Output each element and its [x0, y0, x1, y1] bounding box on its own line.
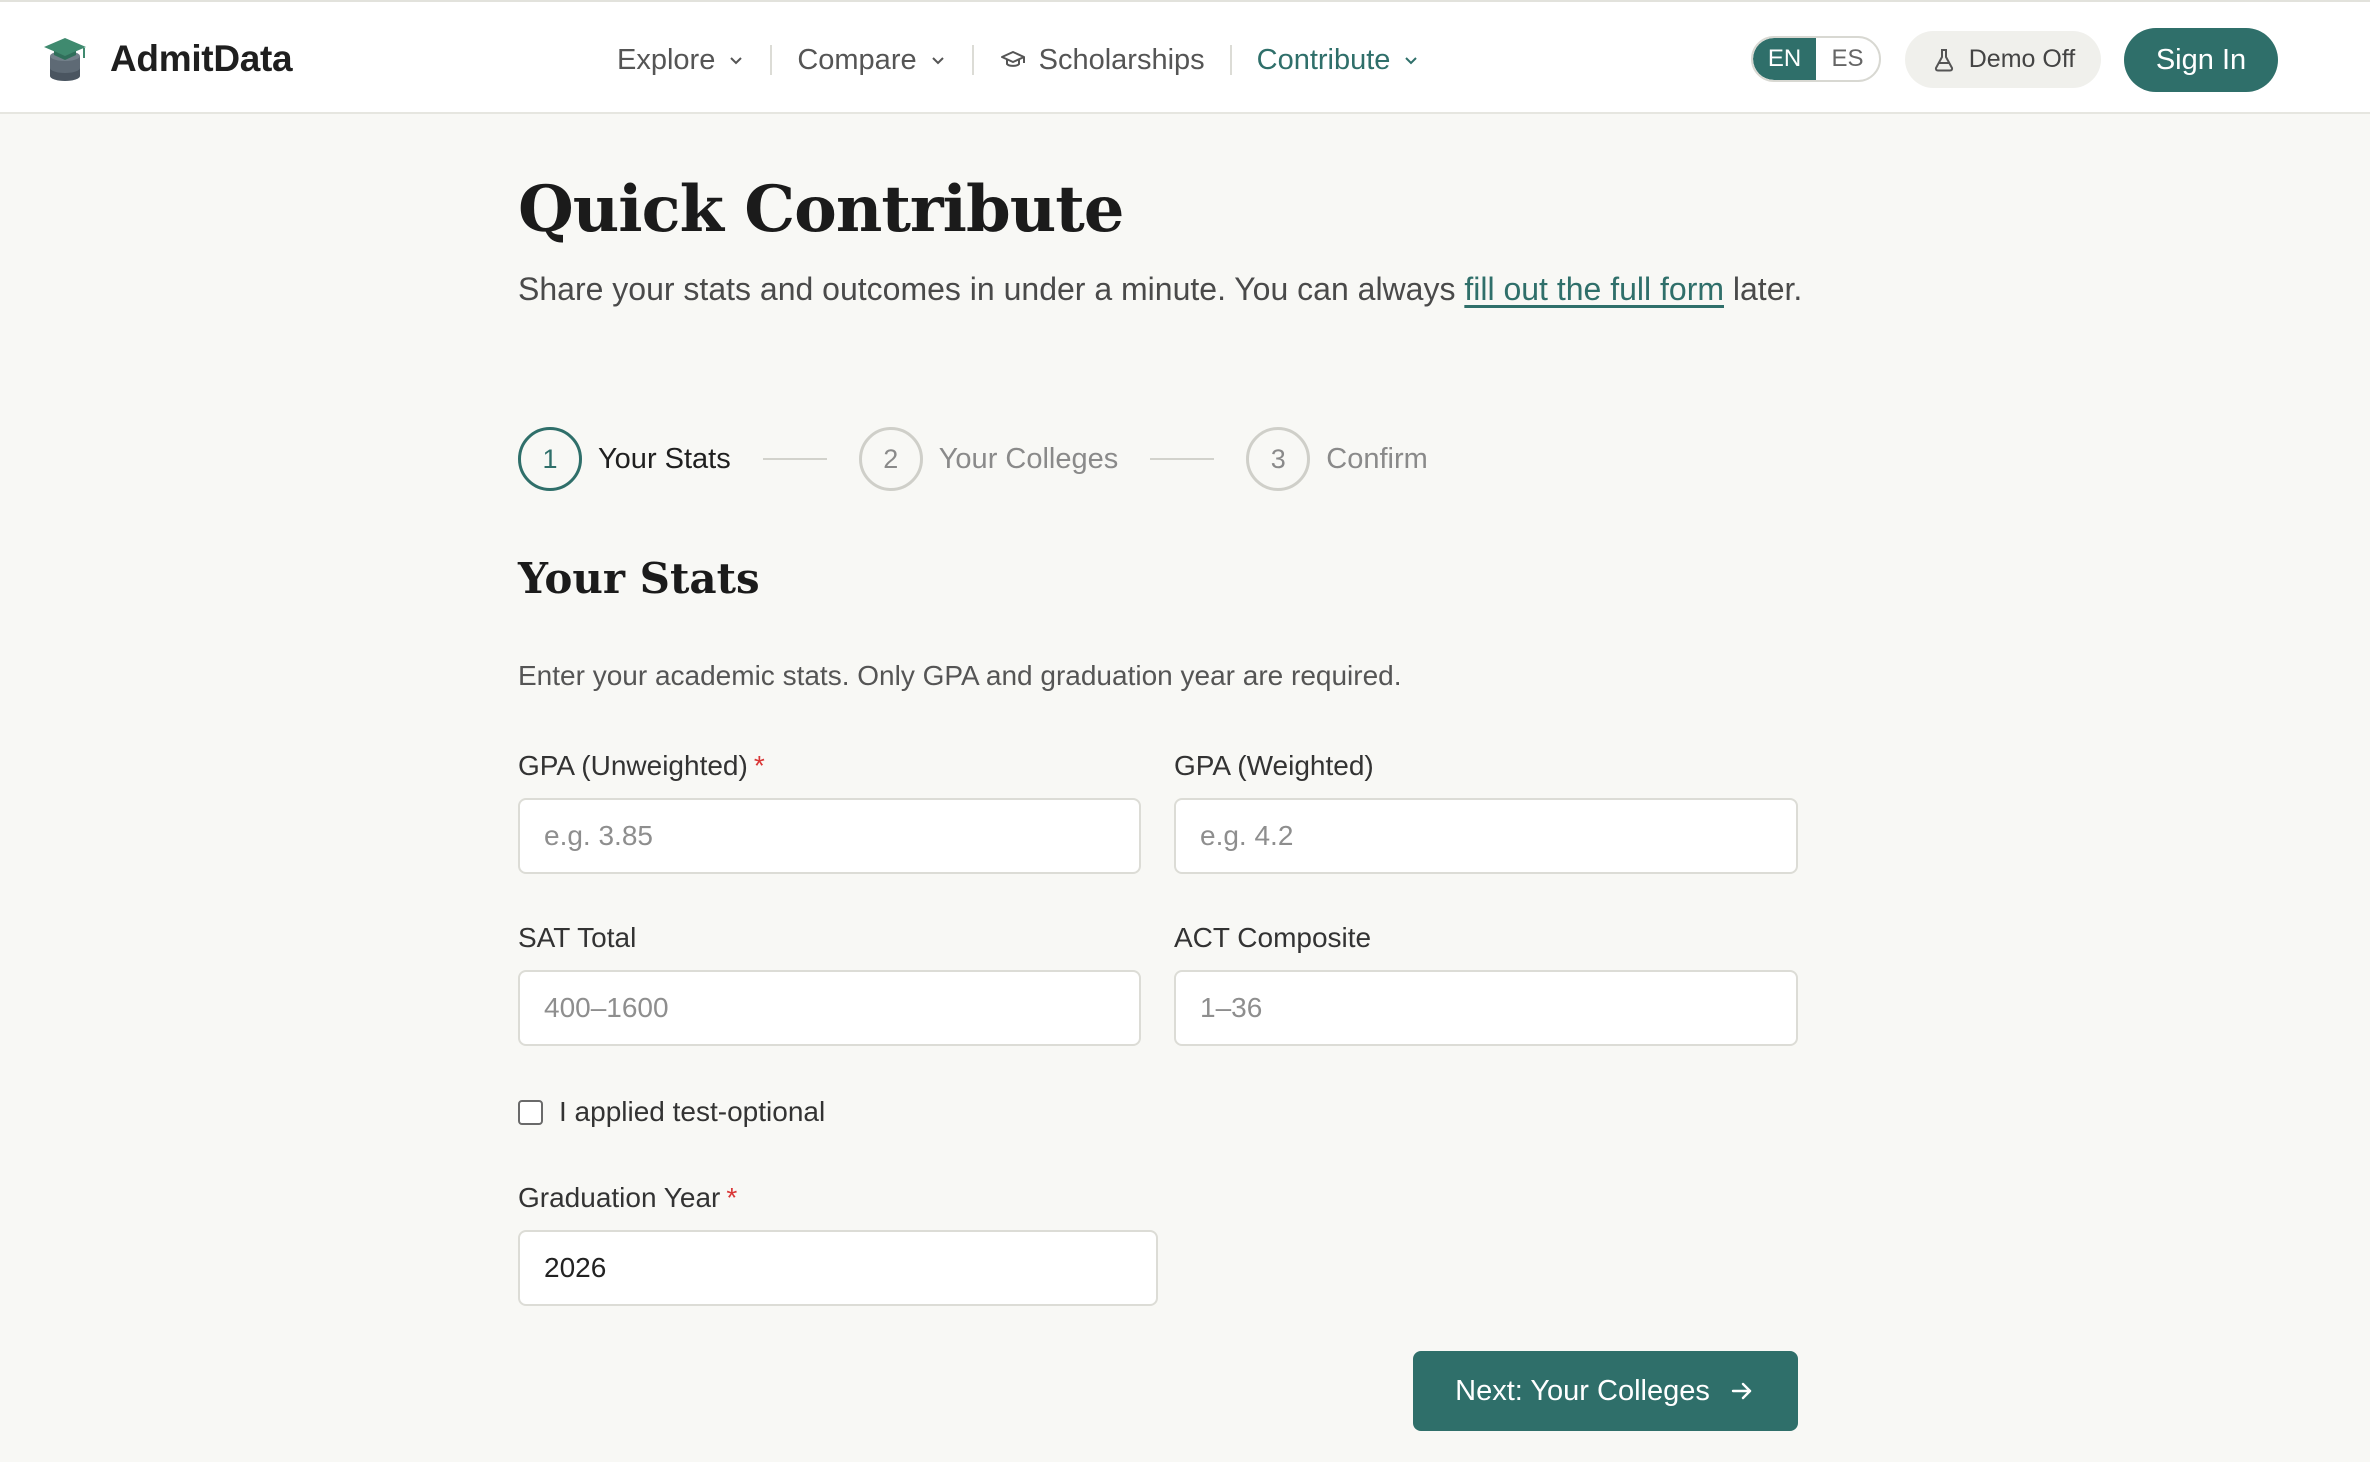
page-lead: Share your stats and outcomes in under a…: [518, 266, 1818, 313]
nav-contribute[interactable]: Contribute: [1232, 32, 1446, 88]
gpa-unweighted-field-group: GPA (Unweighted) *: [518, 746, 1141, 874]
page-title: Quick Contribute: [518, 172, 1124, 247]
language-option-es[interactable]: ES: [1816, 38, 1879, 80]
language-toggle: EN ES: [1751, 36, 1881, 82]
demo-toggle-button[interactable]: Demo Off: [1905, 31, 2101, 88]
gpa-unweighted-label-text: GPA (Unweighted): [518, 750, 748, 781]
test-optional-checkbox[interactable]: [518, 1099, 543, 1125]
graduation-year-label: Graduation Year *: [518, 1178, 1158, 1218]
graduation-year-field-group: Graduation Year *: [518, 1178, 1158, 1306]
graduation-year-label-text: Graduation Year: [518, 1182, 721, 1213]
test-optional-checkbox-row[interactable]: I applied test-optional: [518, 1092, 825, 1132]
gpa-unweighted-input[interactable]: [518, 798, 1141, 874]
nav-explore-label: Explore: [617, 43, 716, 76]
step-number: 2: [858, 427, 923, 491]
act-composite-field-group: ACT Composite: [1174, 918, 1798, 1046]
act-composite-input[interactable]: [1174, 970, 1798, 1046]
nav-compare-label: Compare: [797, 43, 917, 76]
language-option-en[interactable]: EN: [1753, 38, 1816, 80]
step-connector: [1150, 458, 1215, 460]
step-label: Confirm: [1326, 442, 1428, 475]
full-form-link[interactable]: fill out the full form: [1464, 271, 1724, 307]
chevron-down-icon: [730, 57, 743, 65]
section-title: Your Stats: [518, 554, 760, 603]
gpa-unweighted-label: GPA (Unweighted) *: [518, 746, 1141, 786]
chevron-down-icon: [1405, 57, 1418, 65]
step-confirm[interactable]: 3 Confirm: [1246, 427, 1428, 491]
step-your-stats[interactable]: 1 Your Stats: [518, 427, 731, 491]
brand[interactable]: AdmitData: [40, 34, 293, 84]
brand-name: AdmitData: [110, 38, 293, 79]
main-nav: Explore Compare Scholarships Contribute: [592, 32, 1445, 88]
graduation-cap-icon: [1000, 51, 1025, 67]
step-label: Your Stats: [598, 442, 731, 475]
demo-toggle-label: Demo Off: [1968, 45, 2076, 73]
top-navigation-bar: AdmitData Explore Compare Scholarships C…: [0, 0, 2370, 114]
step-number: 3: [1246, 427, 1311, 491]
sign-in-button[interactable]: Sign In: [2124, 28, 2278, 92]
next-your-colleges-button[interactable]: Next: Your Colleges: [1413, 1351, 1798, 1431]
gpa-weighted-label: GPA (Weighted): [1174, 750, 1374, 781]
nav-explore[interactable]: Explore: [592, 32, 770, 88]
graduation-year-input[interactable]: [518, 1230, 1158, 1306]
sat-total-field-group: SAT Total: [518, 918, 1141, 1046]
section-description: Enter your academic stats. Only GPA and …: [518, 660, 1402, 691]
act-composite-label: ACT Composite: [1174, 922, 1372, 953]
sat-total-label: SAT Total: [518, 922, 637, 953]
nav-compare[interactable]: Compare: [772, 32, 971, 88]
chevron-down-icon: [931, 57, 944, 65]
nav-contribute-label: Contribute: [1256, 43, 1391, 76]
next-button-label: Next: Your Colleges: [1455, 1374, 1710, 1407]
gpa-weighted-field-group: GPA (Weighted): [1174, 746, 1798, 874]
progress-stepper: 1 Your Stats 2 Your Colleges 3 Confirm: [518, 427, 1428, 491]
test-optional-label: I applied test-optional: [559, 1096, 826, 1127]
required-marker: *: [753, 750, 765, 781]
lead-text-after: later.: [1724, 271, 1803, 307]
required-marker: *: [726, 1182, 738, 1213]
step-number: 1: [518, 427, 582, 491]
lead-text-before: Share your stats and outcomes in under a…: [518, 271, 1465, 307]
step-label: Your Colleges: [938, 442, 1119, 475]
gpa-weighted-input[interactable]: [1174, 798, 1798, 874]
step-connector: [762, 458, 827, 460]
nav-scholarships[interactable]: Scholarships: [974, 32, 1230, 88]
graduation-cap-database-icon: [44, 38, 86, 81]
step-your-colleges[interactable]: 2 Your Colleges: [858, 427, 1119, 491]
flask-icon: [1934, 48, 1953, 71]
nav-scholarships-label: Scholarships: [1038, 43, 1205, 76]
arrow-right-icon: [1731, 1382, 1752, 1400]
sat-total-input[interactable]: [518, 970, 1141, 1046]
